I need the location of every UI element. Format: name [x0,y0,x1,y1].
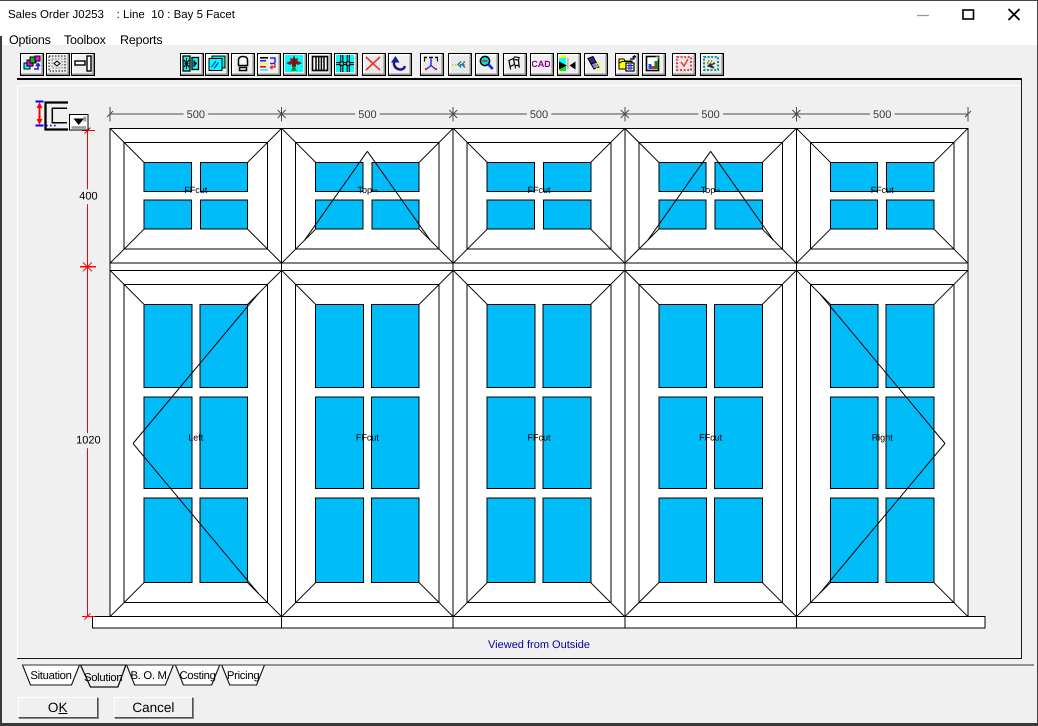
svg-text:500: 500 [187,109,205,121]
svg-text:FFcut: FFcut [184,185,208,195]
svg-text:Top¬: Top¬ [358,185,378,195]
svg-text:Pricing: Pricing [227,670,259,682]
svg-text:Solution: Solution [84,672,122,684]
svg-text:500: 500 [873,109,891,121]
svg-text:Top¬: Top¬ [701,185,721,195]
svg-text:Situation: Situation [30,670,71,682]
svg-text:B. O. M.: B. O. M. [130,670,169,682]
svg-text:FFcut: FFcut [699,433,723,443]
svg-text:Costing: Costing [179,670,215,682]
svg-text:FFcut: FFcut [871,185,895,195]
svg-text:400: 400 [79,191,97,203]
svg-text:FFcut: FFcut [527,185,551,195]
svg-text:1020: 1020 [76,435,100,447]
svg-text:FFcut: FFcut [356,433,380,443]
svg-text:Left: Left [188,433,204,443]
svg-text:500: 500 [530,109,548,121]
svg-text:FFcut: FFcut [527,433,551,443]
svg-text:Right: Right [872,433,894,443]
svg-text:Viewed from Outside: Viewed from Outside [488,639,590,651]
svg-text:500: 500 [358,109,376,121]
svg-text:500: 500 [701,109,719,121]
